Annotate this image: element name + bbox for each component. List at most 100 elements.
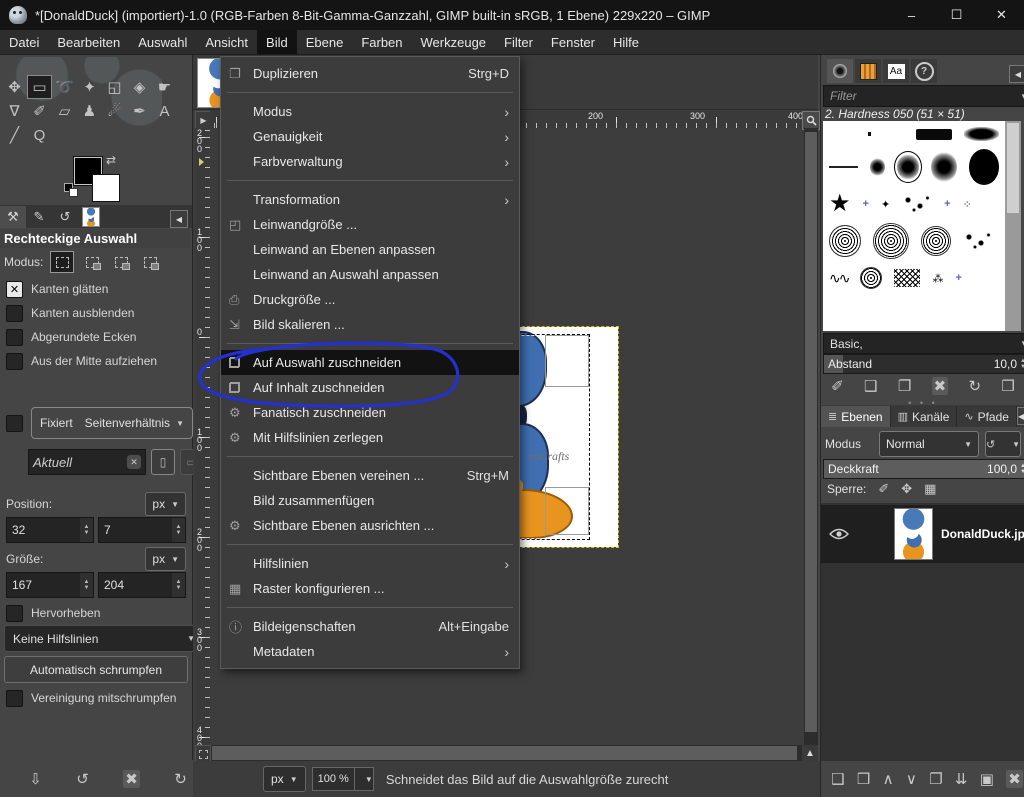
brush-item[interactable] — [873, 223, 909, 259]
menubar-item-fenster[interactable]: Fenster — [542, 30, 604, 54]
brush-grid[interactable]: ★+✦+⁘∿∿⁂+ — [823, 121, 1005, 331]
position-x-input[interactable]: 32 ▲▼ — [6, 517, 94, 543]
menu-item-leinwand-an-ebenen-anpassen[interactable]: Leinwand an Ebenen anpassen — [221, 237, 519, 262]
menubar-item-ansicht[interactable]: Ansicht — [196, 30, 257, 54]
delete-layer-icon[interactable]: ✖ — [1006, 770, 1023, 788]
menu-item-bild-skalieren[interactable]: ⇲Bild skalieren ... — [221, 312, 519, 337]
abgerundete-ecken-checkbox[interactable] — [6, 329, 23, 346]
navigation-preview-icon[interactable]: ▲ — [802, 745, 818, 761]
minimize-button[interactable]: – — [889, 0, 934, 30]
zoom-tool[interactable]: Q — [27, 123, 52, 147]
menu-item-sichtbare-ebenen-ausrichten[interactable]: ⚙Sichtbare Ebenen ausrichten ... — [221, 513, 519, 538]
brush-item[interactable]: ∿∿ — [829, 270, 848, 287]
lock-alpha-icon[interactable]: ▦ — [924, 481, 936, 497]
vertical-scrollbar-thumb[interactable] — [805, 132, 817, 732]
lower-layer-icon[interactable]: ∨ — [906, 770, 917, 788]
statusbar-unit-select[interactable]: px ▼ — [263, 766, 306, 792]
swap-colors-icon[interactable]: ⇄ — [106, 153, 116, 167]
refresh-brushes-icon[interactable]: ↻ — [968, 377, 981, 395]
duplicate-brush-icon[interactable]: ❐ — [898, 377, 911, 395]
brush-item[interactable] — [829, 166, 858, 168]
menubar-item-hilfe[interactable]: Hilfe — [604, 30, 648, 54]
layer-mode-reset-button[interactable]: ↺ ▼ — [985, 431, 1021, 457]
clear-icon[interactable]: ✕ — [127, 455, 141, 469]
tab-patterns[interactable] — [855, 59, 881, 83]
menubar-item-farben[interactable]: Farben — [352, 30, 411, 54]
brush-item[interactable]: + — [863, 198, 869, 210]
menu-item-metadaten[interactable]: Metadaten› — [221, 639, 519, 664]
shrink-merged-checkbox[interactable] — [6, 690, 23, 707]
free-select-tool[interactable]: ➰ — [52, 75, 77, 99]
opacity-slider[interactable]: Deckkraft 100,0 ▲▼ — [823, 459, 1024, 479]
vertical-scrollbar[interactable] — [804, 128, 818, 745]
position-unit-select[interactable]: px ▼ — [145, 492, 186, 516]
position-y-input[interactable]: 7 ▲▼ — [98, 517, 186, 543]
layer-thumbnail[interactable] — [894, 508, 933, 560]
menubar-item-auswahl[interactable]: Auswahl — [129, 30, 196, 54]
new-brush-icon[interactable]: ❑ — [864, 377, 877, 395]
brush-grid-scrollbar[interactable] — [1005, 121, 1021, 331]
paintbrush-tool[interactable]: ✐ — [27, 99, 52, 123]
vertical-ruler[interactable]: 2001000100200300400 — [195, 128, 211, 745]
kanten-glätten-checkbox[interactable]: ✕ — [6, 281, 23, 298]
mode-intersect-button[interactable] — [139, 252, 161, 272]
spinner-arrows-icon[interactable]: ▲▼ — [1020, 463, 1024, 475]
brush-item[interactable]: ⁂ — [932, 272, 943, 285]
selection-handle[interactable] — [545, 335, 589, 387]
brush-group-select[interactable]: Basic, ▼ — [823, 333, 1024, 354]
unified-transform-tool[interactable]: ◈ — [127, 75, 152, 99]
menu-item-bild-zusammenfügen[interactable]: Bild zusammenfügen — [221, 488, 519, 513]
brush-scrollbar-thumb[interactable] — [1007, 123, 1019, 213]
menu-item-auf-auswahl-zuschneiden[interactable]: Auf Auswahl zuschneiden — [221, 350, 519, 375]
fixed-checkbox[interactable] — [6, 415, 23, 432]
reset-tool-icon[interactable]: ↻ — [174, 770, 187, 788]
default-colors-icon[interactable] — [64, 183, 76, 195]
brush-item[interactable] — [931, 152, 956, 182]
move-tool[interactable]: ✥ — [2, 75, 27, 99]
spinner-arrows-icon[interactable]: ▲▼ — [80, 573, 93, 597]
tab-tool-options[interactable]: ⚒ — [0, 206, 26, 228]
spinner-arrows-icon[interactable]: ▲▼ — [172, 518, 185, 542]
open-brush-icon[interactable]: ❒ — [1001, 377, 1014, 395]
brush-item[interactable] — [916, 129, 952, 140]
highlight-checkbox[interactable] — [6, 605, 23, 622]
brush-item[interactable] — [963, 231, 993, 251]
crop-tool[interactable]: ◱ — [102, 75, 127, 99]
menubar-item-werkzeuge[interactable]: Werkzeuge — [412, 30, 496, 54]
menu-item-duplizieren[interactable]: ❐DuplizierenStrg+D — [221, 61, 519, 86]
mode-subtract-button[interactable] — [110, 252, 132, 272]
menubar-item-bild[interactable]: Bild — [257, 30, 297, 54]
spinner-arrows-icon[interactable]: ▲▼ — [172, 573, 185, 597]
tab-kanäle[interactable]: ▥Kanäle — [891, 406, 958, 427]
brush-item[interactable] — [902, 194, 932, 214]
tab-undo-history[interactable]: ↺ — [52, 206, 78, 228]
maximize-button[interactable]: ☐ — [934, 0, 979, 30]
brush-item[interactable] — [969, 149, 1000, 185]
tab-image-thumbnail[interactable] — [78, 206, 104, 228]
save-preset-icon[interactable]: ⇩ — [29, 770, 42, 788]
paths-tool[interactable]: ✒ — [127, 99, 152, 123]
smudge-tool[interactable]: ☄ — [102, 99, 127, 123]
layer-mask-icon[interactable]: ▣ — [980, 770, 994, 788]
brush-filter-input[interactable]: Filter ▼ — [823, 85, 1024, 107]
brush-item-selected[interactable] — [897, 154, 919, 180]
size-width-input[interactable]: 167 ▲▼ — [6, 572, 94, 598]
delete-preset-icon[interactable]: ✖ — [123, 770, 140, 788]
kanten-ausblenden-checkbox[interactable] — [6, 305, 23, 322]
autoshrink-button[interactable]: Automatisch schrumpfen — [4, 656, 188, 683]
selection-handle[interactable] — [545, 487, 589, 535]
bucket-fill-tool[interactable]: ∇ — [2, 99, 27, 123]
brush-item[interactable] — [860, 267, 882, 289]
menu-item-fanatisch-zuschneiden[interactable]: ⚙Fanatisch zuschneiden — [221, 400, 519, 425]
menu-item-bildeigenschaften[interactable]: ⓘBildeigenschaftenAlt+Eingabe — [221, 614, 519, 639]
menu-item-farbverwaltung[interactable]: Farbverwaltung› — [221, 149, 519, 174]
color-picker-tool[interactable]: ╱ — [2, 123, 27, 147]
aus-der-mitte-aufziehen-checkbox[interactable] — [6, 353, 23, 370]
brush-item[interactable] — [829, 225, 861, 257]
mode-add-button[interactable] — [81, 252, 103, 272]
spinner-arrows-icon[interactable]: ▲▼ — [80, 518, 93, 542]
menu-item-modus[interactable]: Modus› — [221, 99, 519, 124]
menu-item-leinwandgröße[interactable]: ◰Leinwandgröße ... — [221, 212, 519, 237]
handle-transform-tool[interactable]: ☛ — [152, 75, 177, 99]
horizontal-scrollbar[interactable] — [210, 745, 802, 761]
